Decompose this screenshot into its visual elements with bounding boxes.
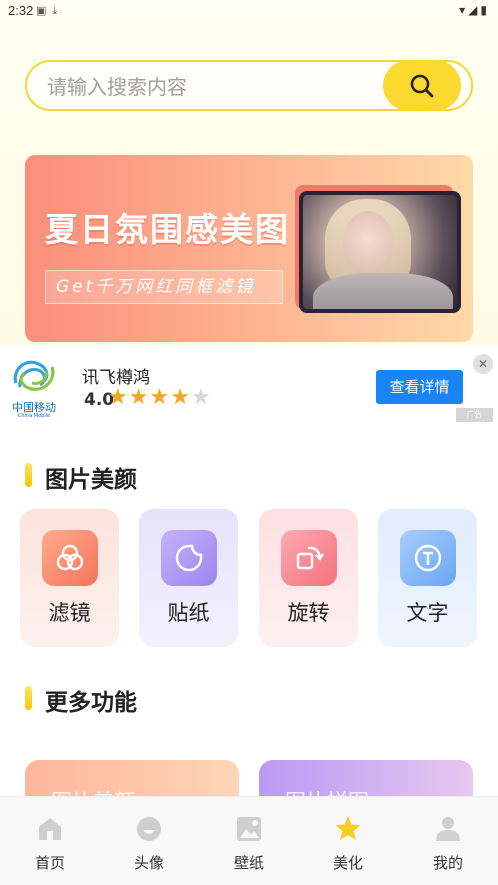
feature-label: 滤镜 [48, 601, 91, 625]
sticker-icon [161, 530, 217, 586]
section-title: 更多功能 [45, 690, 137, 716]
ad-close-button[interactable]: ✕ [473, 354, 493, 374]
section-accent-bar [25, 686, 32, 710]
search-input[interactable] [47, 74, 377, 100]
banner-subtitle: Get千万网红同框滤镜 [45, 270, 283, 304]
tab-home[interactable]: 首页 [0, 797, 100, 885]
ad-banner[interactable]: 中国移动 China Mobile 讯飞樽鸿 4.0 ★★★★★ 查看详情 ✕ … [0, 345, 498, 430]
tab-label: 壁纸 [233, 854, 264, 872]
star-filled-icon: ★ [128, 385, 150, 410]
avatar-icon [137, 817, 161, 841]
section-title: 图片美颜 [45, 467, 137, 493]
search-bar [25, 60, 473, 111]
china-mobile-logo-icon [13, 360, 55, 391]
star-filled-icon: ★ [108, 385, 129, 410]
ad-details-button[interactable]: 查看详情 [376, 370, 463, 404]
search-icon [410, 74, 434, 97]
text-icon [400, 530, 456, 586]
ad-logo-subtext: China Mobile [17, 413, 51, 419]
ad-label-badge: 广告 [456, 408, 493, 422]
star-filled-icon: ★ [170, 385, 191, 410]
feature-card-sticker[interactable]: 贴纸 [139, 509, 238, 647]
promo-banner[interactable]: 夏日氛围感美图 Get千万网红同框滤镜 [25, 155, 473, 342]
close-icon: ✕ [477, 357, 489, 371]
status-notification-icons: ▣⤓ [36, 4, 63, 18]
android-icon: ▣ [36, 4, 53, 17]
bottom-tab-bar: 首页 头像 壁纸 美化 我的 [0, 796, 498, 885]
feature-label: 贴纸 [167, 601, 210, 625]
profile-icon [436, 817, 460, 841]
star-empty-icon: ★ [190, 385, 212, 410]
rotate-icon [281, 530, 337, 586]
china-mobile-logo: 中国移动 China Mobile [8, 353, 60, 419]
status-bar: 2:32 ▣⤓ ▾◢▮ [0, 0, 498, 22]
status-time: 2:32 [8, 3, 34, 18]
download-icon: ⤓ [52, 4, 64, 17]
tab-label: 首页 [34, 854, 65, 872]
feature-label: 文字 [406, 601, 449, 625]
star-icon [335, 816, 361, 840]
wifi-icon: ▾ [459, 3, 469, 17]
tab-profile[interactable]: 我的 [398, 797, 498, 885]
tab-label: 头像 [133, 854, 164, 872]
feature-label: 旋转 [287, 601, 330, 625]
signal-icon: ◢ [468, 3, 481, 17]
wallpaper-icon [237, 817, 261, 841]
home-icon [39, 818, 61, 840]
banner-photo [299, 191, 461, 313]
banner-title: 夏日氛围感美图 [45, 210, 290, 249]
tab-avatar[interactable]: 头像 [99, 797, 199, 885]
photo-body [313, 273, 453, 309]
star-filled-icon: ★ [149, 385, 171, 410]
search-button[interactable] [383, 60, 461, 111]
status-system-icons: ▾◢▮ [459, 3, 490, 17]
tab-beautify[interactable]: 美化 [298, 797, 398, 885]
ad-rating-stars: ★★★★★ [108, 385, 212, 410]
feature-card-rotate[interactable]: 旋转 [259, 509, 358, 647]
battery-icon: ▮ [480, 3, 490, 17]
tab-label: 美化 [332, 854, 363, 872]
filter-icon [42, 530, 98, 586]
tab-label: 我的 [432, 854, 463, 872]
feature-card-filter[interactable]: 滤镜 [20, 509, 119, 647]
feature-card-text[interactable]: 文字 [378, 509, 477, 647]
tab-wallpaper[interactable]: 壁纸 [199, 797, 299, 885]
section-accent-bar [25, 463, 32, 487]
photo-face [343, 211, 393, 273]
